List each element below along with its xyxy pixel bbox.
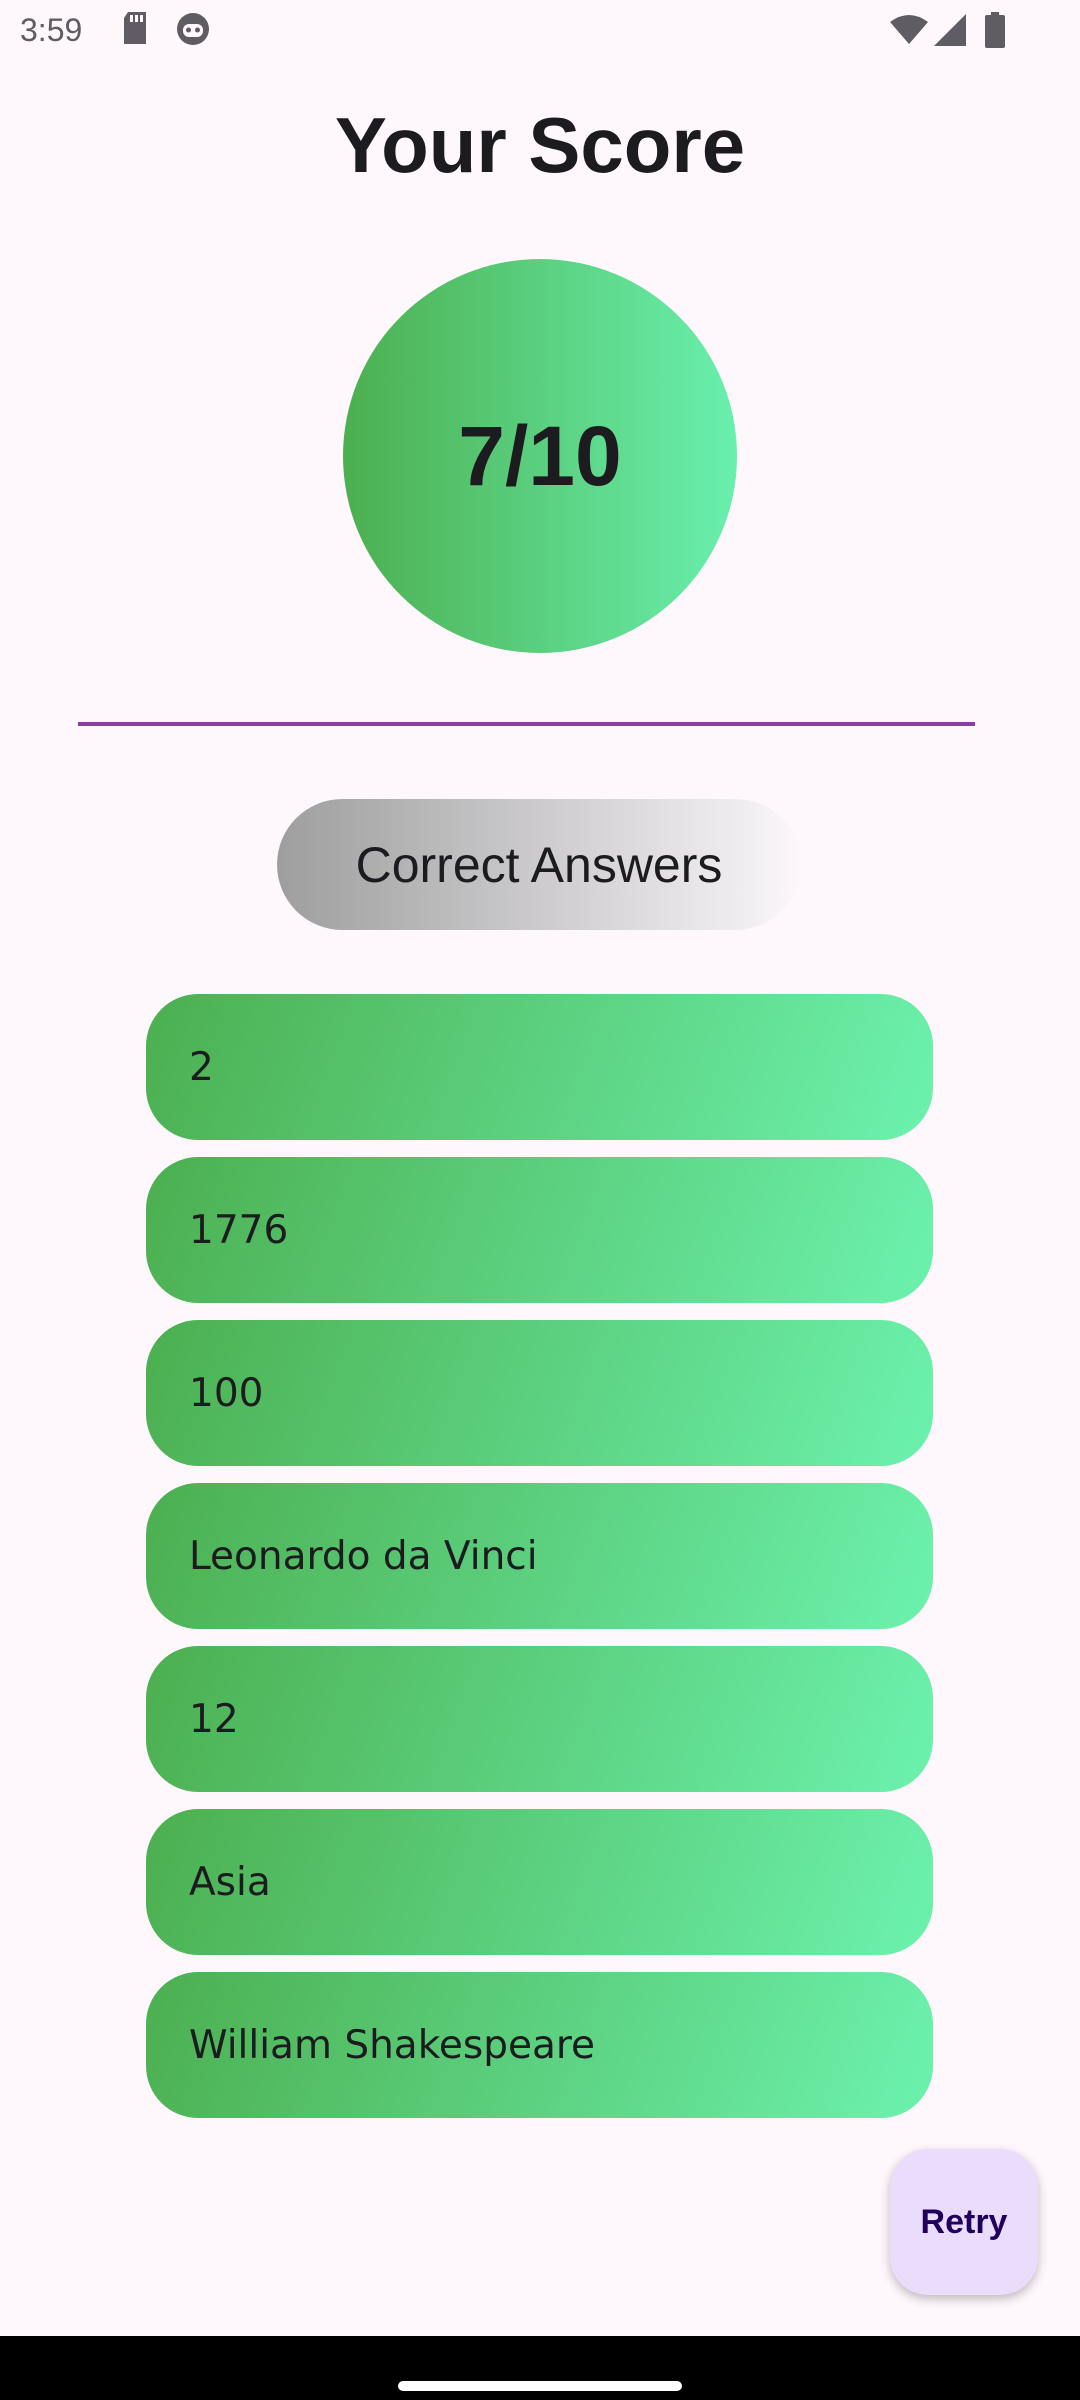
- correct-answers-label: Correct Answers: [355, 836, 723, 893]
- answer-item: Asia: [146, 1809, 933, 1955]
- answer-text: 100: [189, 1370, 264, 1416]
- wifi-icon: [890, 14, 928, 48]
- robot-icon: [176, 12, 210, 50]
- page-title: Your Score: [334, 101, 746, 189]
- signal-icon: [934, 14, 966, 50]
- answer-item: 2: [146, 994, 933, 1140]
- sd-card-icon: [122, 12, 148, 48]
- divider: [78, 722, 975, 726]
- score-value: 7/10: [458, 408, 622, 503]
- status-time: 3:59: [20, 12, 83, 48]
- battery-icon: [984, 12, 1006, 52]
- answer-item: Leonardo da Vinci: [146, 1483, 933, 1629]
- answer-text: William Shakespeare: [189, 2022, 596, 2068]
- answer-text: Asia: [189, 1859, 271, 1905]
- answer-text: 12: [189, 1696, 239, 1742]
- home-gesture-handle[interactable]: [398, 2381, 682, 2391]
- answer-text: 2: [189, 1044, 214, 1090]
- score-screen: 3:59 Your Score 7/10 Correct Answers 2 1…: [0, 0, 1080, 2400]
- answer-item: 12: [146, 1646, 933, 1792]
- answer-text: Leonardo da Vinci: [189, 1533, 538, 1579]
- retry-button[interactable]: Retry: [890, 2149, 1038, 2295]
- answer-item: William Shakespeare: [146, 1972, 933, 2118]
- answer-item: 1776: [146, 1157, 933, 1303]
- answer-list: 2 1776 100 Leonardo da Vinci 12 Asia Wil…: [146, 994, 933, 2135]
- answer-text: 1776: [189, 1207, 289, 1253]
- answer-item: 100: [146, 1320, 933, 1466]
- retry-label: Retry: [920, 2202, 1008, 2241]
- correct-answers-header: Correct Answers: [277, 799, 801, 930]
- score-circle: 7/10: [343, 259, 737, 653]
- status-bar: 3:59: [0, 0, 1080, 66]
